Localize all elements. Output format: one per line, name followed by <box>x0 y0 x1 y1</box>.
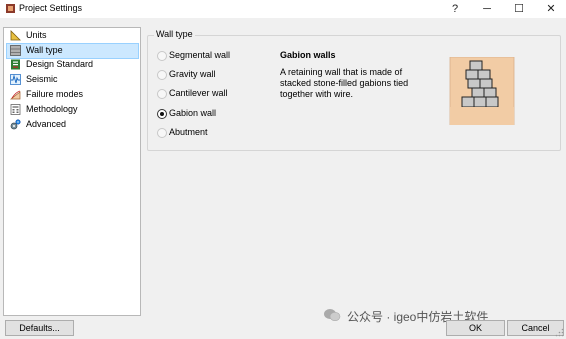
ruler-triangle-icon <box>10 30 21 41</box>
radio-label: Gabion wall <box>169 108 217 118</box>
failure-modes-icon <box>10 90 21 100</box>
radio-label: Gravity wall <box>169 69 216 79</box>
window-title: Project Settings <box>19 3 83 13</box>
minimize-button[interactable]: ─ <box>472 0 502 18</box>
radio-indicator[interactable] <box>157 89 167 99</box>
wechat-icon <box>324 309 341 321</box>
close-button[interactable]: ✕ <box>536 0 566 18</box>
resize-grip-icon[interactable] <box>555 328 564 337</box>
wall-description-text: A retaining wall that is made of stacked… <box>280 67 409 99</box>
design-standard-icon <box>11 59 20 70</box>
wall-type-icon <box>10 45 21 56</box>
help-button[interactable]: ? <box>440 0 470 18</box>
advanced-gears-icon <box>10 119 21 130</box>
gabion-wall-illustration <box>449 57 515 125</box>
sidebar-item-seismic[interactable]: Seismic <box>7 73 138 87</box>
sidebar-item-design-standard[interactable]: Design Standard <box>7 58 138 72</box>
sidebar-item-methodology[interactable]: Methodology <box>7 103 138 117</box>
maximize-button[interactable]: ☐ <box>504 0 534 18</box>
ok-button[interactable]: OK <box>446 320 505 336</box>
seismic-icon <box>10 74 21 85</box>
radio-indicator[interactable] <box>157 70 167 80</box>
wall-type-group-title: Wall type <box>154 29 195 39</box>
radio-indicator[interactable] <box>157 51 167 61</box>
sidebar-item-label: Units <box>26 30 47 40</box>
defaults-button[interactable]: Defaults... <box>5 320 74 336</box>
radio-indicator-checked[interactable] <box>157 109 167 119</box>
sidebar-item-label: Seismic <box>26 74 58 84</box>
sidebar-item-label: Advanced <box>26 119 67 129</box>
sidebar-item-units[interactable]: Units <box>7 29 138 43</box>
sidebar-item-wall-type[interactable]: Wall type <box>6 43 139 59</box>
app-icon <box>6 4 15 13</box>
radio-label: Abutment <box>169 127 208 137</box>
sidebar-item-advanced[interactable]: Advanced <box>7 118 138 132</box>
sidebar-item-failure-modes[interactable]: Failure modes <box>7 88 138 102</box>
methodology-icon <box>10 104 21 115</box>
radio-indicator[interactable] <box>157 128 167 138</box>
sidebar-item-label: Wall type <box>26 45 63 55</box>
radio-label: Segmental wall <box>169 50 231 60</box>
radio-label: Cantilever wall <box>169 88 228 98</box>
sidebar-item-label: Failure modes <box>26 89 84 99</box>
sidebar-item-label: Methodology <box>26 104 78 114</box>
sidebar-item-label: Design Standard <box>26 59 94 69</box>
title-bar: Project Settings ? ─ ☐ ✕ <box>0 0 566 18</box>
wall-description-title: Gabion walls <box>280 50 336 60</box>
settings-sidebar: Units Wall type Design Standard Seismic … <box>3 27 141 316</box>
